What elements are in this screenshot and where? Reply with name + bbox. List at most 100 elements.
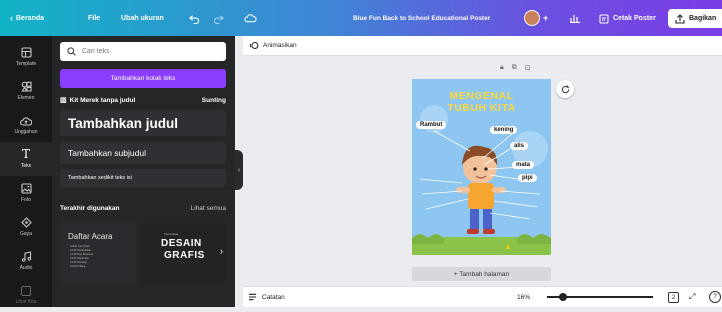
graphic-design-line2: GRAFIS xyxy=(164,250,205,261)
zoom-slider-handle[interactable] xyxy=(559,293,567,301)
label-eye[interactable]: mata xyxy=(512,161,535,169)
brand-kit-title[interactable]: ▥ Kit Merek tanpa judul xyxy=(60,96,136,105)
rail-item-uploads[interactable]: Unggahan xyxy=(0,108,52,142)
side-rail: Template Elemen Unggahan T Teks Foto Gay… xyxy=(0,36,52,307)
poster-title-line1[interactable]: MENGENAL xyxy=(412,90,551,102)
lock-icon[interactable]: 🔒︎ xyxy=(500,64,504,72)
home-label: Beranda xyxy=(16,14,45,22)
subheading-preset-text: Tambahkan subjudul xyxy=(68,148,146,158)
chevron-left-icon: ‹ xyxy=(10,13,13,23)
refresh-icon xyxy=(561,84,569,93)
recent-template-graphic-design[interactable]: Komunitas DESAIN GRAFIS › xyxy=(140,222,226,284)
resize-label: Ubah ukuran xyxy=(121,14,164,22)
share-button[interactable]: Bagikan xyxy=(668,9,722,28)
add-page-label: + Tambah halaman xyxy=(453,270,510,278)
poster-page[interactable]: MENGENAL TUBUH KITA Rambut kening alis m… xyxy=(412,79,551,255)
rail-item-elements[interactable]: Elemen xyxy=(0,74,52,108)
animate-label: Animasikan xyxy=(263,42,297,49)
heading-preset-text: Tambahkan judul xyxy=(68,115,179,131)
label-eyebrow[interactable]: alis xyxy=(510,142,529,150)
collapse-panel-handle[interactable]: ‹ xyxy=(235,150,243,190)
search-field[interactable] xyxy=(60,42,226,61)
top-bar: ‹ Beranda File Ubah ukuran Blue Fun Back… xyxy=(0,0,722,36)
animate-icon xyxy=(250,42,259,49)
insights-button[interactable] xyxy=(570,0,580,36)
chevron-right-icon[interactable]: › xyxy=(220,246,223,256)
rail-item-styles[interactable]: Gaya xyxy=(0,210,52,244)
heading-preset[interactable]: Tambahkan judul xyxy=(60,110,226,136)
styles-icon xyxy=(20,217,32,228)
help-icon[interactable]: ? xyxy=(709,291,721,303)
rail-label: Foto xyxy=(20,197,31,203)
see-all-link[interactable]: Lihat semua xyxy=(191,205,226,212)
rail-label: Lihat Kita xyxy=(15,298,37,305)
rail-item-audio[interactable]: Audio xyxy=(0,244,52,278)
rail-label: Teks xyxy=(20,163,32,169)
undo-button[interactable] xyxy=(189,0,200,36)
notes-label: Catatan xyxy=(262,293,285,301)
rail-item-template[interactable]: Template xyxy=(0,40,52,74)
add-page-button[interactable]: + Tambah halaman xyxy=(412,267,551,281)
design-title-text: Blue Fun Back to School Educational Post… xyxy=(353,14,491,22)
design-title[interactable]: Blue Fun Back to School Educational Post… xyxy=(353,0,490,36)
undo-icon xyxy=(189,14,200,24)
animate-button[interactable]: Animasikan xyxy=(250,41,297,50)
cloud-icon xyxy=(244,14,257,23)
edit-link[interactable]: Sunting xyxy=(202,97,226,104)
add-textbox-button[interactable]: Tambahkan kotak teks xyxy=(60,69,226,88)
chevron-left-icon: ‹ xyxy=(237,166,241,174)
rail-label: Template xyxy=(15,61,37,67)
recent-header: Terakhir digunakan Lihat semua xyxy=(60,205,226,212)
recent-template-event-list[interactable]: Daftar Acara Leluar Cuti Upah 12.00 Pemb… xyxy=(60,222,136,284)
duplicate-page-icon[interactable]: ⧉ xyxy=(512,64,517,72)
graphic-design-small: Komunitas xyxy=(164,232,179,236)
file-label: File xyxy=(88,14,101,22)
body-text-preset[interactable]: Tambahkan sedikit teks isi xyxy=(60,169,226,187)
rail-label: Unggahan xyxy=(14,128,38,135)
text-icon: T xyxy=(21,147,30,161)
rail-label: Audio xyxy=(19,265,33,271)
page-tools: 🔒︎ ⧉ ⊡ xyxy=(500,64,531,72)
home-button[interactable]: ‹ Beranda xyxy=(10,0,44,36)
subheading-preset[interactable]: Tambahkan subjudul xyxy=(60,142,226,164)
brand-kit-icon: ▥ xyxy=(60,97,67,104)
bar-chart-icon xyxy=(570,15,580,23)
recent-title: Terakhir digunakan xyxy=(60,205,120,212)
search-input[interactable] xyxy=(82,48,222,55)
collaborator-avatar[interactable]: + xyxy=(524,0,548,36)
elements-icon xyxy=(20,81,32,92)
redo-button[interactable] xyxy=(213,0,224,36)
context-toolbar: Animasikan xyxy=(243,36,722,56)
add-page-icon[interactable]: ⊡ xyxy=(525,64,531,72)
cloud-save-status[interactable] xyxy=(244,0,257,36)
poster-title-line2[interactable]: TUBUH KITA xyxy=(412,102,551,114)
label-cheek[interactable]: pipi xyxy=(518,174,537,182)
label-hair[interactable]: Rambut xyxy=(416,121,447,129)
brand-kit-label: Kit Merek tanpa judul xyxy=(69,96,136,104)
event-list-items: Leluar Cuti Upah 12.00 Pembukaan 13.30 D… xyxy=(70,245,93,269)
zoom-slider[interactable] xyxy=(547,293,653,301)
text-panel: Tambahkan kotak teks ▥ Kit Merek tanpa j… xyxy=(52,36,235,307)
page-count-button[interactable]: 2 xyxy=(668,292,679,303)
resize-button[interactable]: Ubah ukuran xyxy=(121,0,164,36)
file-menu[interactable]: File xyxy=(88,0,100,36)
print-poster-button[interactable]: Cetak Poster xyxy=(592,9,663,28)
event-list-item: 16.00 Pulang xyxy=(70,265,86,268)
label-forehead[interactable]: kening xyxy=(490,126,518,134)
bottom-bar: Catatan 16% 2 ⤢ ? xyxy=(243,286,722,307)
notes-button[interactable]: Catatan xyxy=(248,293,285,301)
search-icon xyxy=(67,47,76,56)
event-list-title: Daftar Acara xyxy=(68,232,113,241)
rail-label: Elemen xyxy=(17,95,35,101)
rail-item-text[interactable]: T Teks xyxy=(0,142,52,176)
audio-icon xyxy=(21,251,31,262)
template-icon xyxy=(20,47,32,58)
upload-share-icon xyxy=(675,13,685,24)
rail-item-photos[interactable]: Foto xyxy=(0,176,52,210)
refresh-poster-button[interactable] xyxy=(556,80,574,98)
fullscreen-icon[interactable]: ⤢ xyxy=(689,292,695,302)
zoom-value[interactable]: 16% xyxy=(517,294,530,301)
print-icon xyxy=(599,13,609,24)
more-icon xyxy=(21,285,31,296)
page-count: 2 xyxy=(671,294,676,301)
